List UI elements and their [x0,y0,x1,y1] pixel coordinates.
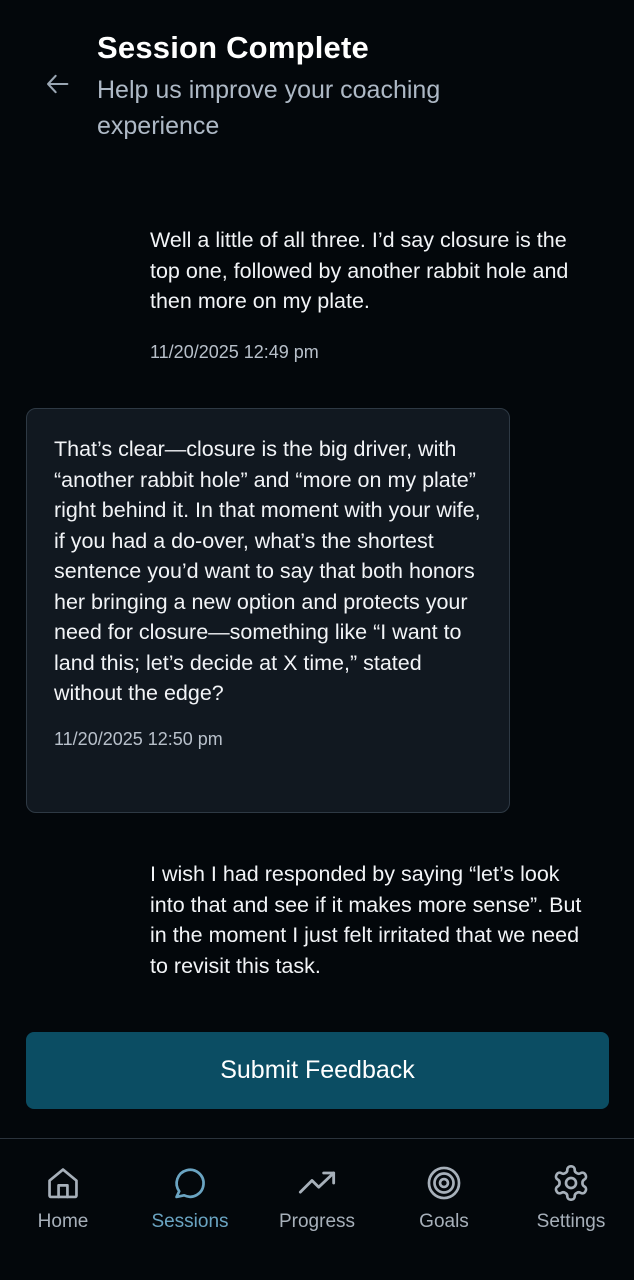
nav-label: Goals [419,1211,469,1232]
back-button[interactable] [38,64,78,104]
home-icon [43,1163,83,1203]
message-text: I wish I had responded by saying “let’s … [150,862,582,978]
user-message: I wish I had responded by saying “let’s … [150,859,590,981]
page-subtitle: Help us improve your coaching experience [97,76,441,140]
nav-label: Home [37,1211,89,1232]
arrow-left-icon [47,74,69,94]
message-text: That’s clear—closure is the big driver, … [54,437,481,705]
bottom-nav: Home Sessions Progress Goals Settings [0,1138,634,1280]
nav-item-home[interactable]: Home [0,1163,126,1233]
trending-up-icon [297,1163,337,1203]
session-complete-screen: Session Complete Help us improve your co… [0,0,634,1280]
user-message: Well a little of all three. I’d say clos… [150,225,600,367]
nav-label: Settings [536,1211,606,1232]
nav-item-sessions[interactable]: Sessions [127,1163,253,1233]
message-text: Well a little of all three. I’d say clos… [150,228,569,313]
submit-feedback-button[interactable]: Submit Feedback [26,1032,609,1109]
message-timestamp: 11/20/2025 12:49 pm [150,341,319,362]
nav-item-settings[interactable]: Settings [508,1163,634,1233]
header: Session Complete Help us improve your co… [0,0,634,160]
nav-item-goals[interactable]: Goals [381,1163,507,1233]
nav-label: Progress [278,1211,356,1232]
target-icon [424,1163,464,1203]
nav-label: Sessions [151,1211,229,1232]
coach-message: That’s clear—closure is the big driver, … [26,408,510,813]
nav-item-progress[interactable]: Progress [254,1163,380,1233]
message-timestamp: 11/20/2025 12:50 pm [54,728,223,749]
chat-bubble-icon [170,1163,210,1203]
page-title: Session Complete [97,30,369,65]
gear-icon [551,1163,591,1203]
